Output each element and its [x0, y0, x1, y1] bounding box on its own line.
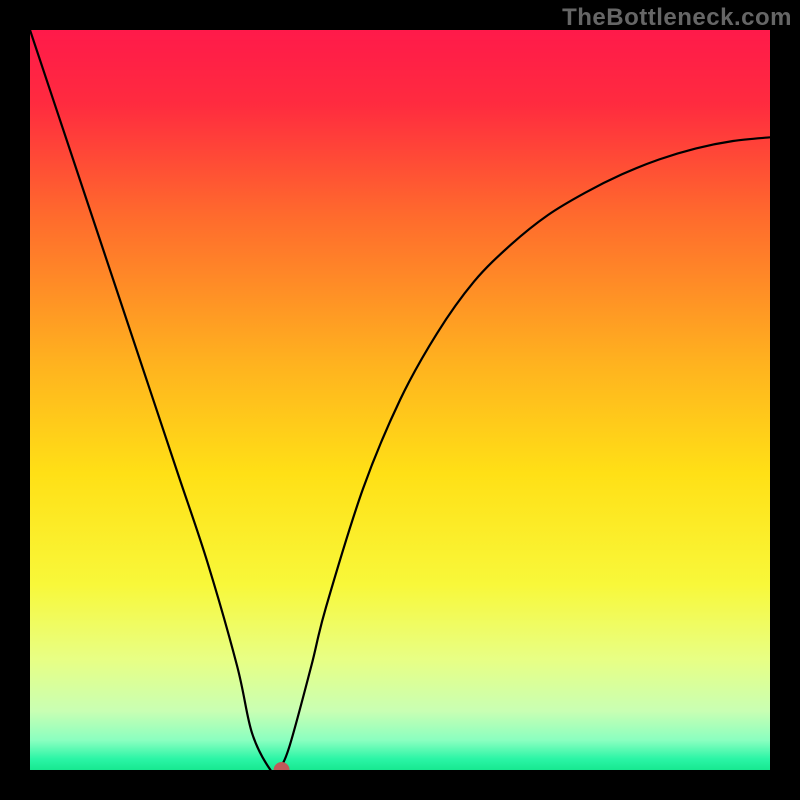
chart-frame: TheBottleneck.com: [0, 0, 800, 800]
chart-svg: [30, 30, 770, 770]
plot-area: [30, 30, 770, 770]
watermark-text: TheBottleneck.com: [562, 4, 792, 32]
